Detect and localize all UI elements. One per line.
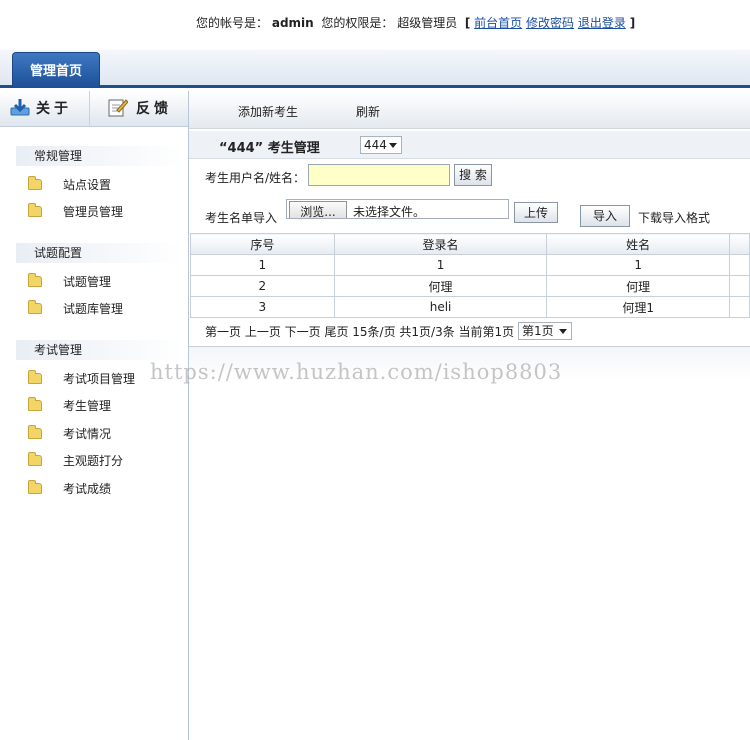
candidate-table: 序号 登录名 姓名 1 1 1 2 何理 何理 3 heli 何理1	[190, 233, 750, 318]
cell-name: 1	[546, 254, 731, 276]
file-input[interactable]: 浏览... 未选择文件。	[286, 199, 509, 219]
account-label: 您的帐号是：	[196, 16, 269, 30]
role-label: 您的权限是：	[321, 16, 394, 30]
table-row[interactable]: 2 何理 何理	[190, 275, 750, 297]
about-label: 关于	[36, 101, 72, 117]
cell-login: 1	[333, 254, 548, 276]
menu-candidate-management[interactable]: 考生管理	[28, 396, 111, 416]
import-label: 考生名单导入	[205, 211, 278, 225]
bracket-open: [	[464, 16, 471, 30]
col-header-extra	[729, 233, 750, 255]
page-select-value: 第1页	[522, 324, 554, 338]
cell-extra	[729, 296, 750, 318]
table-row[interactable]: 1 1 1	[190, 254, 750, 276]
group-title-questions: 试题配置	[16, 243, 184, 263]
folder-icon	[28, 300, 42, 314]
edit-icon	[108, 99, 128, 117]
folder-icon	[28, 480, 42, 494]
cell-name: 何理	[546, 275, 731, 297]
cell-extra	[729, 275, 750, 297]
frontpage-link[interactable]: 前台首页	[474, 16, 522, 30]
menu-label: 考试项目管理	[63, 372, 136, 386]
menu-exam-scores[interactable]: 考试成绩	[28, 479, 111, 499]
tab-bar: 管理首页	[0, 50, 750, 88]
search-label: 考生用户名/姓名：	[205, 171, 306, 185]
menu-label: 站点设置	[63, 178, 112, 192]
col-header-index: 序号	[190, 233, 335, 255]
add-candidate-link[interactable]: 添加新考生	[238, 103, 298, 120]
folder-icon	[28, 452, 42, 466]
folder-icon	[28, 370, 42, 384]
menu-question-management[interactable]: 试题管理	[28, 272, 111, 292]
menu-admin-management[interactable]: 管理员管理	[28, 202, 123, 222]
title-row: “444” 考生管理 444	[189, 131, 750, 159]
cell-extra	[729, 254, 750, 276]
menu-subjective-scoring[interactable]: 主观题打分	[28, 451, 123, 471]
pagination-text[interactable]: 第一页 上一页 下一页 尾页 15条/页 共1页/3条 当前第1页	[205, 325, 514, 339]
menu-exam-projects[interactable]: 考试项目管理	[28, 369, 135, 389]
folder-icon	[28, 397, 42, 411]
tab-admin-home[interactable]: 管理首页	[12, 52, 100, 88]
folder-icon	[28, 273, 42, 287]
menu-exam-status[interactable]: 考试情况	[28, 424, 111, 444]
cell-login: heli	[333, 296, 548, 318]
col-header-login: 登录名	[333, 233, 548, 255]
account-info: 您的帐号是： admin 您的权限是： 超级管理员 [ 前台首页 修改密码 退出…	[196, 14, 635, 31]
refresh-link[interactable]: 刷新	[356, 103, 380, 120]
col-header-name: 姓名	[546, 233, 731, 255]
download-format-link[interactable]: 下载导入格式	[638, 209, 710, 226]
role-value: 超级管理员	[397, 16, 458, 30]
logout-link[interactable]: 退出登录	[578, 16, 626, 30]
table-header-row: 序号 登录名 姓名	[190, 233, 750, 255]
cell-name: 何理1	[546, 296, 731, 318]
search-input[interactable]	[308, 164, 450, 186]
about-button[interactable]: 关于	[10, 91, 90, 127]
upload-button[interactable]: 上传	[514, 202, 558, 223]
browse-button[interactable]: 浏览...	[289, 201, 347, 218]
watermark: https://www.huzhan.com/ishop8803	[150, 360, 563, 384]
menu-label: 考试成绩	[63, 482, 112, 496]
main-toolbar: 添加新考生 刷新	[189, 91, 750, 129]
import-button[interactable]: 导入	[580, 205, 630, 227]
menu-label: 考生管理	[63, 399, 112, 413]
cell-index: 2	[190, 275, 335, 297]
cell-index: 3	[190, 296, 335, 318]
feedback-button[interactable]: 反馈	[92, 91, 188, 127]
download-icon	[10, 99, 30, 116]
account-value: admin	[271, 16, 314, 30]
cell-login: 何理	[333, 275, 548, 297]
exam-select-value: 444	[364, 138, 387, 152]
exam-select[interactable]: 444	[360, 136, 402, 154]
page-select[interactable]: 第1页	[518, 322, 572, 340]
sidebar-top-buttons: 关于 反馈	[0, 91, 188, 127]
menu-site-settings[interactable]: 站点设置	[28, 175, 111, 195]
menu-label: 考试情况	[63, 427, 112, 441]
group-title-general: 常规管理	[16, 146, 184, 166]
chevron-down-icon	[559, 329, 567, 334]
group-title-exams: 考试管理	[16, 340, 184, 360]
search-button[interactable]: 搜 索	[454, 164, 492, 186]
pagination: 第一页 上一页 下一页 尾页 15条/页 共1页/3条 当前第1页	[205, 323, 514, 340]
top-bar: 您的帐号是： admin 您的权限是： 超级管理员 [ 前台首页 修改密码 退出…	[0, 0, 750, 50]
folder-icon	[28, 425, 42, 439]
cell-index: 1	[190, 254, 335, 276]
menu-label: 管理员管理	[63, 205, 124, 219]
sidebar: 关于 反馈 常规管理 站点设置 管理员管理 试题配置 试题管理 试题库管理 考试…	[0, 91, 189, 740]
menu-label: 试题库管理	[63, 302, 124, 316]
menu-label: 主观题打分	[63, 454, 124, 468]
menu-question-bank[interactable]: 试题库管理	[28, 299, 123, 319]
folder-icon	[28, 176, 42, 190]
feedback-label: 反馈	[136, 101, 172, 117]
menu-label: 试题管理	[63, 275, 112, 289]
change-password-link[interactable]: 修改密码	[526, 16, 574, 30]
folder-icon	[28, 203, 42, 217]
table-row[interactable]: 3 heli 何理1	[190, 296, 750, 318]
bracket-close: ]	[629, 16, 636, 30]
page-title: “444” 考生管理	[219, 141, 320, 156]
file-status: 未选择文件。	[353, 205, 426, 219]
chevron-down-icon	[389, 143, 397, 148]
